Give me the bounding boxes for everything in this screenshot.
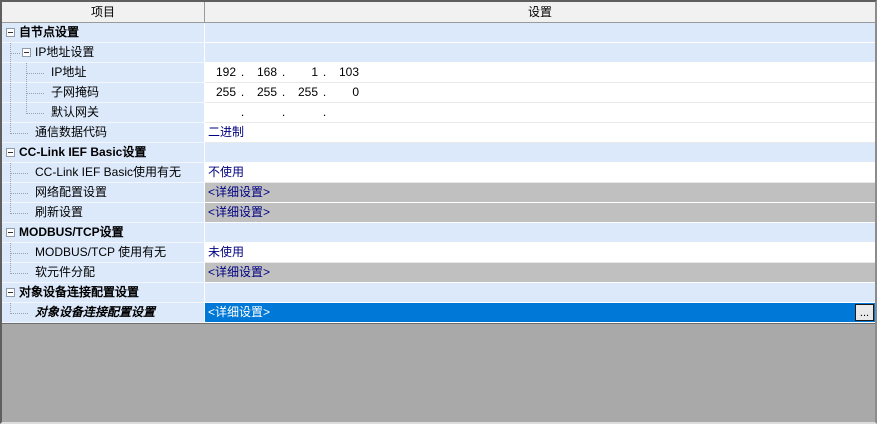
row-label: IP地址 — [2, 63, 86, 82]
refresh-detail-value[interactable]: <详细设置> — [205, 203, 875, 223]
row-default-gateway[interactable]: 默认网关 ... — [2, 103, 875, 123]
parameter-settings-panel: 项目 设置 自节点设置 IP地址设置 — [0, 0, 877, 424]
settings-table: 项目 设置 自节点设置 IP地址设置 — [2, 2, 875, 323]
tree-line — [10, 123, 11, 132]
ip-octet-4[interactable]: 103 — [331, 63, 359, 82]
ip-separator: . — [277, 83, 290, 102]
tree-line — [10, 103, 11, 122]
table-header-row: 项目 设置 — [2, 2, 875, 23]
tree-line — [10, 173, 28, 174]
ip-separator: . — [277, 103, 290, 122]
row-device-assignment[interactable]: 软元件分配 <详细设置> — [2, 263, 875, 283]
comm-data-code-value[interactable]: 二进制 — [205, 123, 875, 143]
row-label: 默认网关 — [2, 103, 99, 122]
row-label: CC-Link IEF Basic设置 — [2, 143, 146, 162]
subnet-mask-field[interactable]: 255.255.255.0 — [205, 83, 875, 103]
tree-line — [26, 103, 27, 112]
row-own-node-settings[interactable]: 自节点设置 — [2, 23, 875, 43]
tree-line — [26, 113, 44, 114]
tree-line — [10, 63, 11, 82]
ip-octet-1[interactable]: 255 — [208, 83, 236, 102]
ip-octet-2[interactable]: 255 — [249, 83, 277, 102]
collapse-icon[interactable] — [6, 288, 15, 297]
row-subnet-mask[interactable]: 子网掩码 255.255.255.0 — [2, 83, 875, 103]
network-config-detail-value[interactable]: <详细设置> — [205, 183, 875, 203]
collapse-icon[interactable] — [6, 28, 15, 37]
modbus-use-value[interactable]: 未使用 — [205, 243, 875, 263]
ip-separator: . — [236, 83, 249, 102]
row-comm-data-code[interactable]: 通信数据代码 二进制 — [2, 123, 875, 143]
tree-line — [10, 253, 28, 254]
row-value[interactable] — [205, 223, 875, 243]
row-value[interactable] — [205, 143, 875, 163]
ip-octet-3[interactable]: 1 — [290, 63, 318, 82]
ip-octet-4[interactable]: 0 — [331, 83, 359, 102]
row-label: MODBUS/TCP设置 — [2, 223, 124, 242]
default-gateway-field[interactable]: ... — [205, 103, 875, 123]
tree-line — [10, 193, 28, 194]
tree-line — [10, 303, 11, 312]
row-value[interactable] — [205, 23, 875, 43]
row-modbus-tcp-use[interactable]: MODBUS/TCP 使用有无 未使用 — [2, 243, 875, 263]
ip-separator: . — [318, 83, 331, 102]
row-modbus-tcp-settings[interactable]: MODBUS/TCP设置 — [2, 223, 875, 243]
row-value[interactable] — [205, 283, 875, 303]
empty-background-area — [2, 323, 875, 422]
row-label: 子网掩码 — [2, 83, 99, 102]
row-refresh-settings[interactable]: 刷新设置 <详细设置> — [2, 203, 875, 223]
ip-address-field[interactable]: 192.168.1.103 — [205, 63, 875, 83]
column-header-item: 项目 — [2, 2, 205, 23]
ip-separator: . — [318, 63, 331, 82]
tree-line — [10, 83, 11, 102]
more-options-button[interactable]: ... — [855, 304, 874, 321]
tree-line — [10, 263, 11, 272]
row-network-config-settings[interactable]: 网络配置设置 <详细设置> — [2, 183, 875, 203]
ip-separator: . — [277, 63, 290, 82]
ip-octet-2[interactable]: 168 — [249, 63, 277, 82]
row-ip-address[interactable]: IP地址 192.168.1.103 — [2, 63, 875, 83]
row-target-device-connection-config-section[interactable]: 对象设备连接配置设置 — [2, 283, 875, 303]
row-cclink-ief-basic-use[interactable]: CC-Link IEF Basic使用有无 不使用 — [2, 163, 875, 183]
ip-separator: . — [236, 63, 249, 82]
collapse-icon[interactable] — [6, 228, 15, 237]
cclink-use-value[interactable]: 不使用 — [205, 163, 875, 183]
tree-line — [26, 93, 44, 94]
ip-separator: . — [236, 103, 249, 122]
tree-line — [10, 53, 20, 54]
row-label: CC-Link IEF Basic使用有无 — [2, 163, 181, 182]
tree-line — [10, 273, 28, 274]
collapse-icon[interactable] — [6, 148, 15, 157]
ip-octet-3[interactable]: 255 — [290, 83, 318, 102]
row-value[interactable] — [205, 43, 875, 63]
row-cclink-ief-basic-settings[interactable]: CC-Link IEF Basic设置 — [2, 143, 875, 163]
column-header-setting: 设置 — [205, 2, 875, 23]
ip-separator: . — [318, 103, 331, 122]
row-label: 对象设备连接配置设置 — [2, 283, 139, 302]
row-ip-address-settings[interactable]: IP地址设置 — [2, 43, 875, 63]
tree-line — [10, 313, 28, 314]
tree-line — [10, 133, 28, 134]
target-device-detail-value[interactable]: <详细设置> ... — [205, 303, 875, 323]
selected-value-text: <详细设置> — [208, 303, 270, 322]
tree-line — [26, 73, 44, 74]
row-target-device-connection-config-setting[interactable]: 对象设备连接配置设置 <详细设置> ... — [2, 303, 875, 323]
device-assignment-detail-value[interactable]: <详细设置> — [205, 263, 875, 283]
tree-line — [10, 213, 28, 214]
tree-line — [10, 203, 11, 212]
ip-octet-1[interactable]: 192 — [208, 63, 236, 82]
collapse-icon[interactable] — [22, 48, 31, 57]
